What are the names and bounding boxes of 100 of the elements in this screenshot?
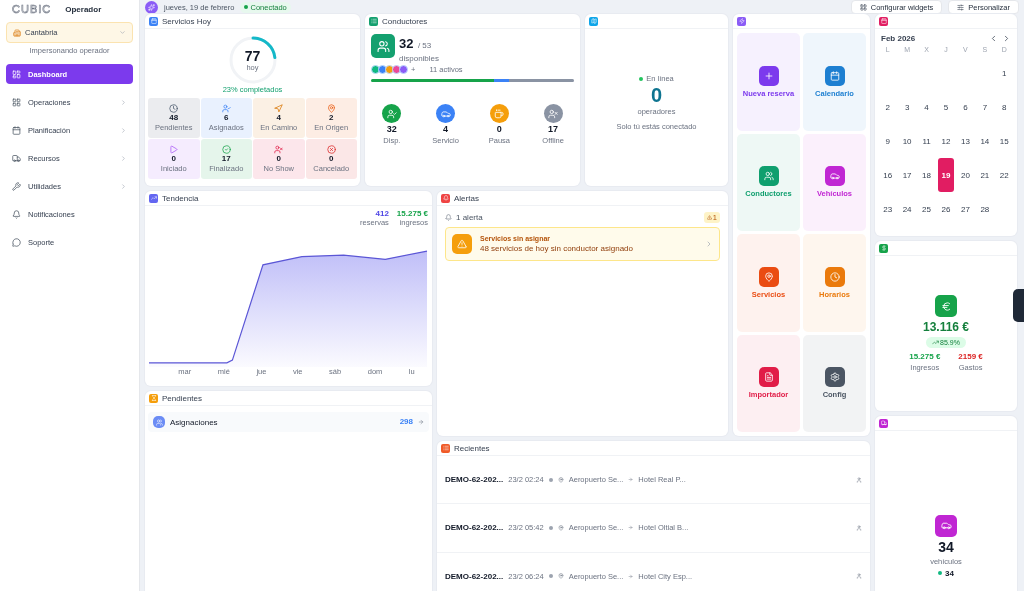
- bell-icon: [12, 209, 21, 219]
- calendar-day[interactable]: 9: [880, 124, 896, 158]
- card-title: Pendientes: [162, 393, 203, 403]
- calendar-day[interactable]: 22: [996, 158, 1012, 192]
- tile-value: 0: [171, 155, 176, 163]
- calendar-day[interactable]: 8: [996, 90, 1012, 124]
- pin-icon: [326, 104, 336, 113]
- calendar-day[interactable]: 25: [918, 192, 935, 226]
- calendar-day[interactable]: 28: [977, 192, 993, 226]
- arrow-icon: [418, 419, 424, 425]
- progress-ring: [227, 35, 278, 85]
- stat-value: 0: [496, 125, 502, 134]
- arrow-icon: [628, 477, 634, 483]
- pending-label: Asignaciones: [170, 417, 218, 427]
- user-icon: [856, 525, 862, 531]
- logo: CUBIC: [12, 3, 52, 15]
- side-handle[interactable]: [1013, 289, 1024, 322]
- chevron-right-icon: [120, 154, 127, 162]
- calendar-day[interactable]: 21: [977, 158, 993, 192]
- calendar-day[interactable]: 16: [880, 158, 896, 192]
- balance-value: 13.116 €: [922, 321, 970, 333]
- calendar-day[interactable]: 5: [938, 90, 954, 124]
- card-title: Recientes: [454, 443, 490, 453]
- calendar-day[interactable]: 27: [957, 192, 974, 226]
- status-dot: [548, 477, 553, 482]
- status-dot: [548, 526, 553, 530]
- chevron-right-icon: [705, 240, 713, 248]
- card-title: Conductores: [382, 16, 428, 26]
- pending-item[interactable]: Asignaciones 298: [148, 412, 429, 432]
- total-count: 77: [244, 48, 261, 63]
- euro-icon: [935, 295, 957, 317]
- warning-icon: [452, 234, 472, 254]
- status-dot: [938, 571, 943, 575]
- calendar-day[interactable]: 7: [977, 90, 993, 124]
- user-icon: [856, 573, 862, 580]
- status-dot: [639, 76, 644, 81]
- chevron-right-icon: [120, 182, 127, 190]
- tile-value: 4: [276, 114, 281, 122]
- tile-value: 17: [221, 155, 231, 163]
- calendar-day[interactable]: 4: [918, 90, 935, 124]
- calendar-day[interactable]: 23: [880, 192, 896, 226]
- vehicles-count: 34: [938, 539, 954, 554]
- pending-count: 298: [399, 418, 413, 426]
- calendar-icon: [12, 125, 21, 135]
- user-check-icon: [221, 104, 231, 113]
- clock-icon: [169, 104, 179, 113]
- card-title: Tendencia: [162, 193, 199, 203]
- dashboard-icon: [12, 69, 21, 79]
- expenses-value: 2159 €: [958, 352, 983, 361]
- booking-code: DEMO-62-202...: [445, 571, 504, 581]
- status-dot: [548, 574, 553, 579]
- card-title: Servicios Hoy: [162, 16, 211, 26]
- reservations-count: 412: [375, 210, 389, 218]
- tile-value: 2: [329, 114, 334, 122]
- income-value: 15.275 €: [396, 210, 428, 218]
- chevron-down-icon: [119, 29, 126, 36]
- arrow-icon: [628, 525, 634, 531]
- calendar-day[interactable]: 14: [977, 124, 993, 158]
- alert-summary: 1 alerta: [456, 213, 483, 222]
- sliders-icon: [957, 3, 965, 11]
- alert-text: 48 servicios de hoy sin conductor asignado: [480, 244, 633, 253]
- x-circle-icon: [326, 145, 336, 154]
- calendar-day[interactable]: 15: [996, 124, 1012, 158]
- calendar-day[interactable]: 2: [880, 90, 896, 124]
- navigation-icon: [274, 104, 284, 113]
- calendar-day[interactable]: 12: [938, 124, 954, 158]
- calendar-day[interactable]: 18: [918, 158, 935, 192]
- calendar-day[interactable]: 24: [899, 192, 915, 226]
- stat-value: 32: [386, 125, 397, 134]
- available-count: 32: [399, 36, 414, 51]
- calendar-day[interactable]: 13: [957, 124, 974, 158]
- card-title: Alertas: [454, 193, 479, 203]
- previous-month-icon[interactable]: [989, 34, 998, 43]
- calendar-day[interactable]: 6: [957, 90, 974, 124]
- building-icon: [13, 28, 21, 37]
- grid-icon: [12, 97, 21, 107]
- calendar-day[interactable]: 3: [899, 90, 915, 124]
- calendar-day[interactable]: 26: [938, 192, 954, 226]
- role-label: Operador: [65, 4, 102, 14]
- truck-icon: [12, 153, 21, 163]
- chevron-right-icon: [120, 98, 127, 106]
- calendar-day[interactable]: 19: [938, 158, 954, 192]
- users-icon: [153, 416, 165, 428]
- chat-icon: [12, 237, 21, 247]
- user-icon: [856, 476, 862, 483]
- income-value: 15.275 €: [909, 352, 941, 361]
- available-label: disponibles: [399, 54, 440, 63]
- calendar-day[interactable]: 20: [957, 158, 974, 192]
- next-month-icon[interactable]: [1002, 34, 1011, 43]
- calendar-day[interactable]: 1: [996, 56, 1012, 90]
- calendar-day[interactable]: 11: [918, 124, 935, 158]
- tile-value: 0: [329, 155, 334, 163]
- wrench-icon: [12, 181, 21, 191]
- users-icon: [371, 34, 395, 58]
- pin-icon: [557, 573, 564, 580]
- tile-value: 48: [169, 114, 179, 122]
- month-label: Feb 2026: [881, 34, 916, 43]
- calendar-day[interactable]: 10: [899, 124, 915, 158]
- pin-icon: [557, 476, 564, 483]
- calendar-day[interactable]: 17: [899, 158, 915, 192]
